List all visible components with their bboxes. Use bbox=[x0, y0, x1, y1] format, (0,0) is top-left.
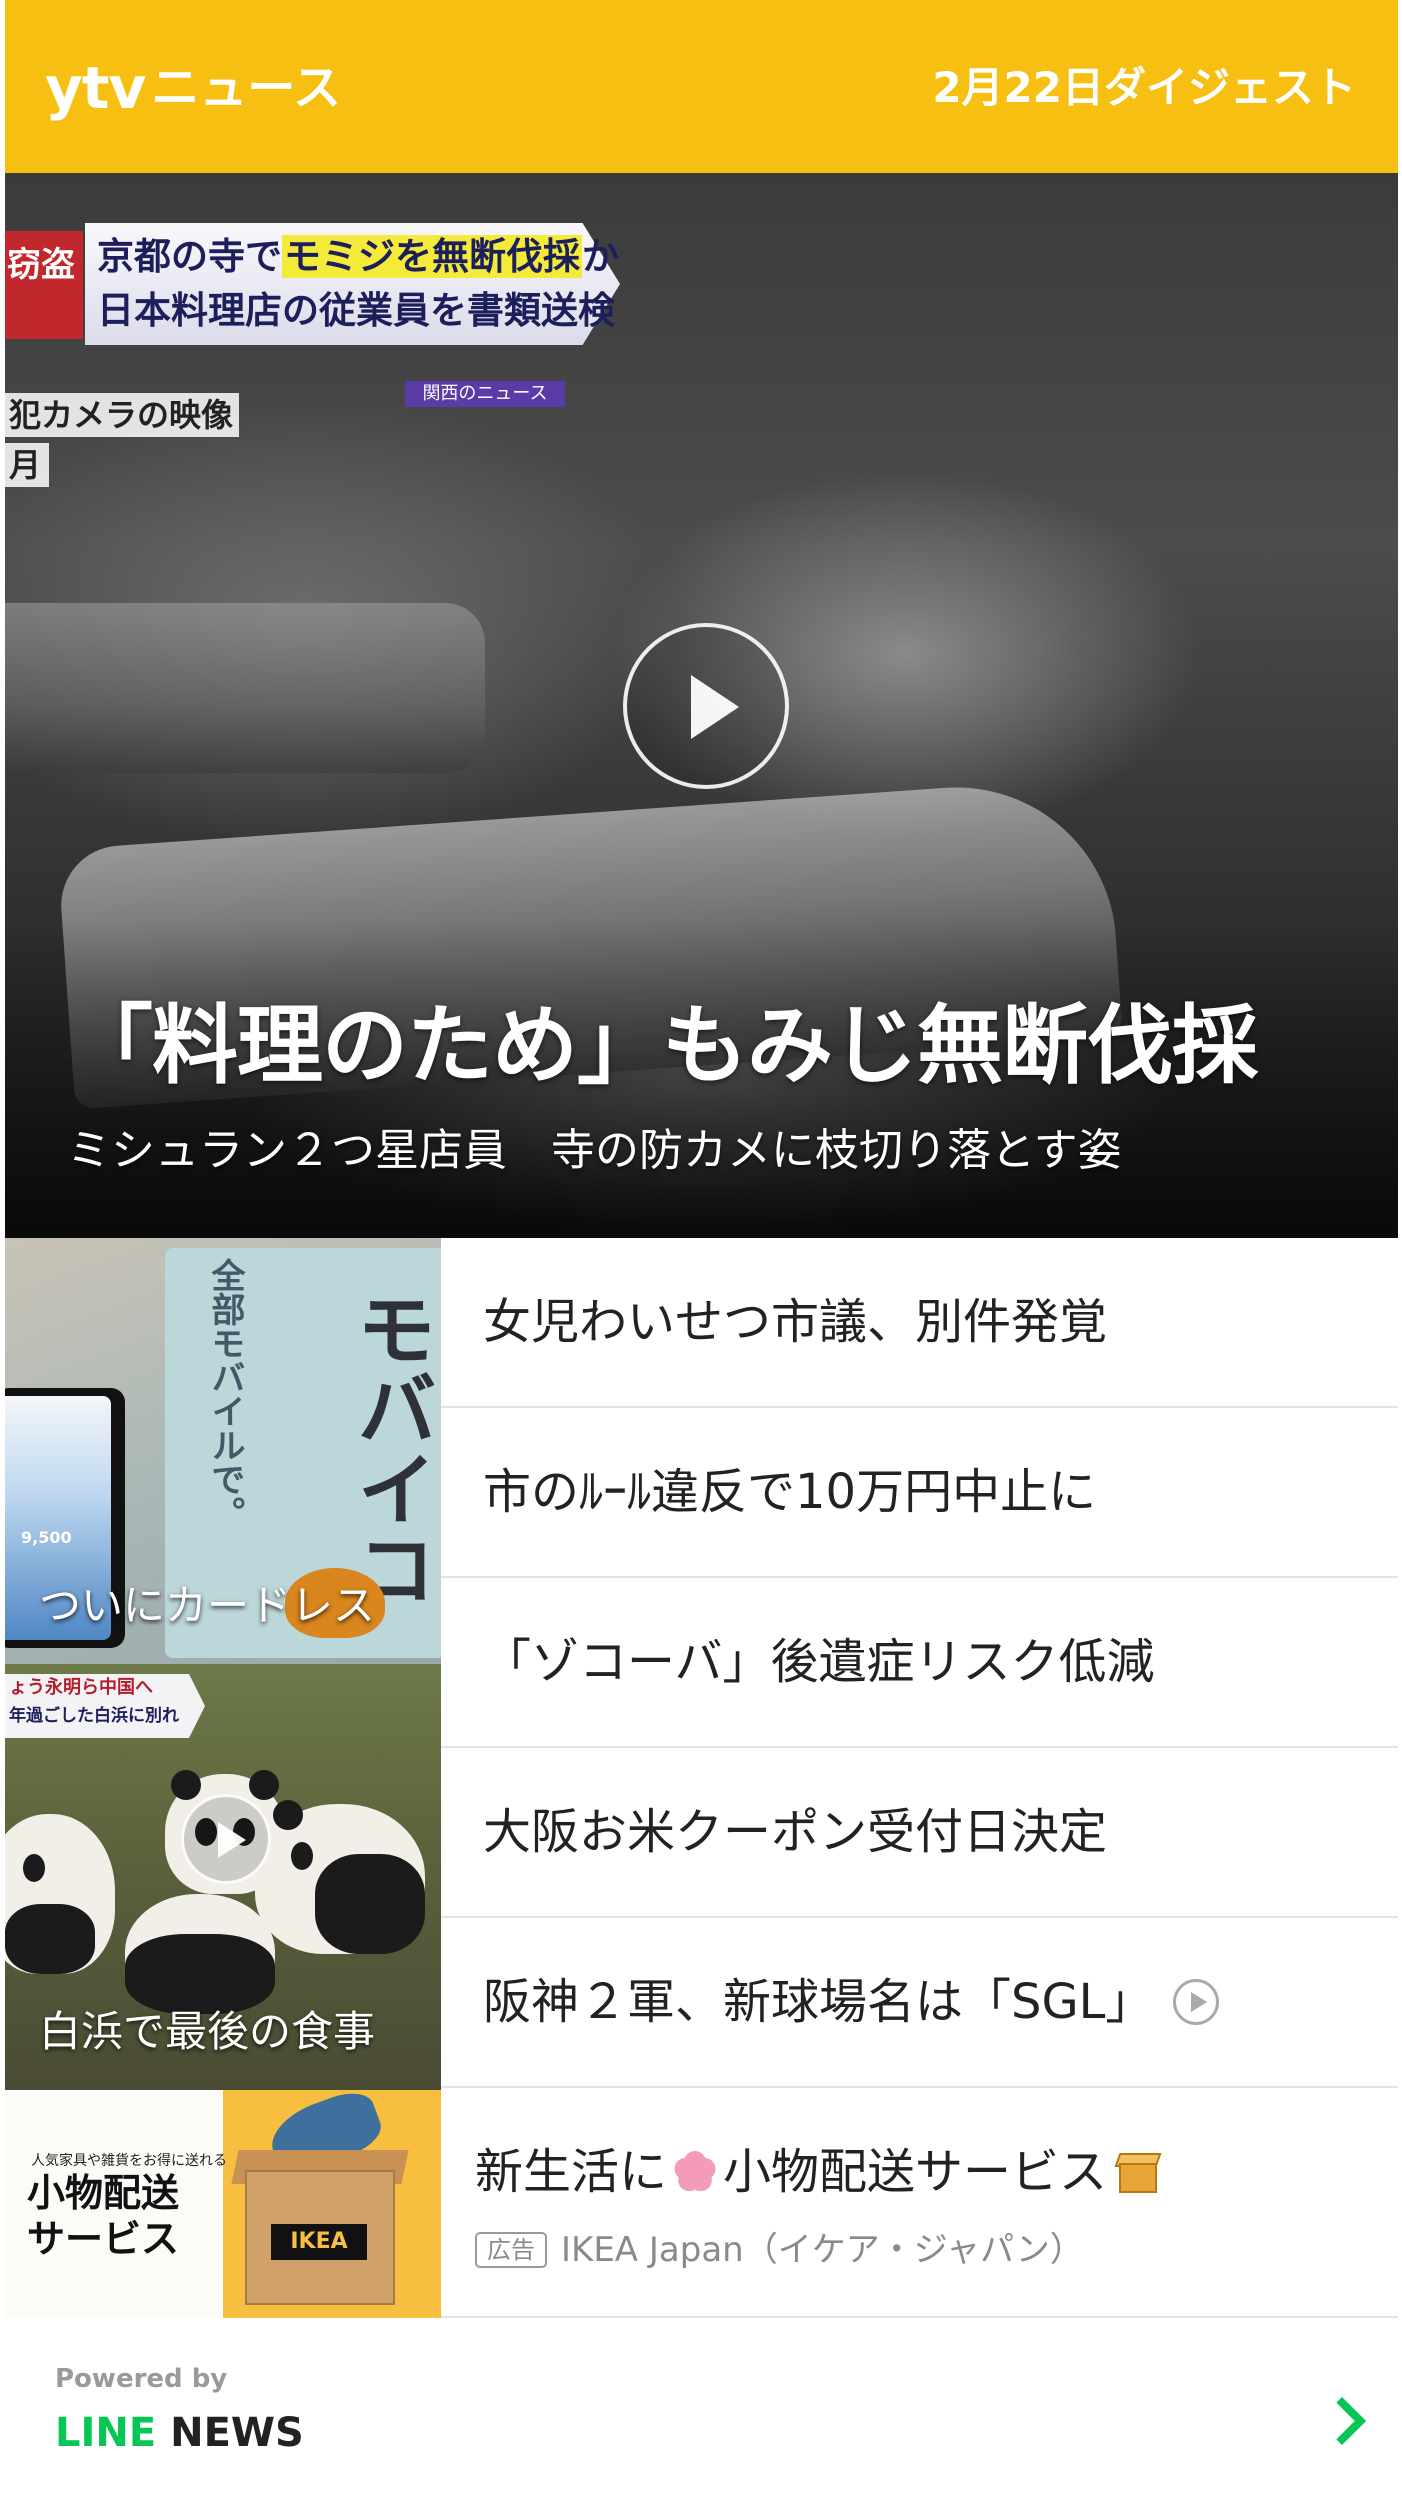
poster-big-text: モバイコ bbox=[344, 1288, 437, 1608]
poster-vertical-text: 全部モバイルで。 bbox=[205, 1258, 245, 1530]
ad-title-post: 小物配送サービス bbox=[723, 2144, 1108, 2200]
telop-line1: 京都の寺でモミジを無断伐採か bbox=[97, 231, 619, 283]
telop-caption-camera: 犯カメラの映像 bbox=[5, 393, 240, 437]
package-icon bbox=[1113, 2149, 1163, 2195]
chevron-right-icon[interactable] bbox=[1317, 2396, 1367, 2446]
hero-image-car-left bbox=[5, 603, 485, 773]
telop-caption-month: 月 bbox=[5, 443, 50, 487]
video-indicator-icon bbox=[1173, 1979, 1220, 2025]
thumbnail-column: 全部モバイルで。 モバイコ 9,500 ついにカードレス ょう永明ら中国へ 年過… bbox=[5, 1238, 441, 2090]
panda-telop-line1: ょう永明ら中国へ bbox=[9, 1677, 153, 1698]
ad-thumb-title2: サービス bbox=[27, 2217, 180, 2261]
ad-thumb-small-text: 人気家具や雑貨をお得に送れる bbox=[31, 2153, 227, 2169]
telop-line2: 日本料理店の従業員を書類送検 bbox=[97, 289, 615, 332]
brand-line: LINE bbox=[55, 2410, 157, 2456]
panda-image-4 bbox=[125, 1894, 275, 2014]
hero-title: 「料理のため」もみじ無断伐採 bbox=[67, 996, 1258, 1096]
ad-item[interactable]: 人気家具や雑貨をお得に送れる 小物配送 サービス IKEA 新生活に 小物配送サ… bbox=[5, 2090, 1398, 2318]
panda-image-3 bbox=[255, 1800, 425, 1954]
headline-text: 「ゾコーバ」後遺症リスク低減 bbox=[483, 1634, 1155, 1690]
digest-card: ytv ニュース 2月22日ダイジェスト 窃盗 京都の寺でモミジを無断伐採か 日… bbox=[5, 0, 1398, 2499]
panda-image-1 bbox=[5, 1814, 115, 1974]
thumbnail-panda[interactable]: ょう永明ら中国へ 年過ごした白浜に別れ 白浜で最後の食事 bbox=[5, 1664, 441, 2090]
cherry-blossom-icon bbox=[671, 2148, 719, 2196]
thumbnail-caption: 白浜で最後の食事 bbox=[39, 2007, 376, 2056]
ad-thumb-title1: 小物配送 bbox=[27, 2171, 180, 2215]
play-triangle bbox=[691, 675, 739, 739]
thumbnail-cardless[interactable]: 全部モバイルで。 モバイコ 9,500 ついにカードレス bbox=[5, 1238, 441, 1664]
ad-sponsor: IKEA Japan（イケア・ジャパン） bbox=[561, 2230, 1084, 2270]
headline-item[interactable]: 阪神２軍、新球場名は「SGL」 bbox=[441, 1918, 1398, 2088]
telop-line1-pre: 京都の寺で bbox=[97, 235, 282, 278]
footer[interactable]: Powered by LINE NEWS bbox=[5, 2320, 1398, 2499]
telop-line1-post: か bbox=[582, 235, 619, 278]
logo-ytv-text: ytv bbox=[45, 54, 146, 122]
header-bar: ytv ニュース 2月22日ダイジェスト bbox=[5, 0, 1398, 173]
telop-source: 関西のニュース bbox=[405, 381, 565, 407]
ad-thumbnail: 人気家具や雑貨をお得に送れる 小物配送 サービス IKEA bbox=[5, 2090, 441, 2318]
logo-news-text: ニュース bbox=[151, 60, 341, 116]
headline-list: 女児わいせつ市議、別件発覚 市のﾙｰﾙ違反で10万円中止に 「ゾコーバ」後遺症リ… bbox=[441, 1238, 1398, 2090]
ad-meta: 広告 IKEA Japan（イケア・ジャパン） bbox=[475, 2228, 1084, 2272]
headline-text: 阪神２軍、新球場名は「SGL」 bbox=[483, 1974, 1154, 2030]
telop-tag: 窃盗 bbox=[7, 245, 75, 285]
hero-news-item[interactable]: 窃盗 京都の寺でモミジを無断伐採か 日本料理店の従業員を書類送検 関西のニュース… bbox=[5, 173, 1398, 1238]
headline-text: 大阪お米クーポン受付日決定 bbox=[483, 1804, 1108, 1860]
play-video-icon[interactable] bbox=[623, 623, 789, 789]
headline-item[interactable]: 市のﾙｰﾙ違反で10万円中止に bbox=[441, 1408, 1398, 1578]
thumbnail-caption: ついにカードレス bbox=[39, 1581, 376, 1630]
phone-price: 9,500 bbox=[21, 1528, 72, 1547]
play-video-icon[interactable] bbox=[181, 1794, 271, 1884]
hero-subtitle: ミシュラン２つ星店員 寺の防カメに枝切り落とす姿 bbox=[67, 1125, 1122, 1176]
brand-news: NEWS bbox=[156, 2410, 304, 2456]
headline-item[interactable]: 女児わいせつ市議、別件発覚 bbox=[441, 1238, 1398, 1408]
ytv-news-logo[interactable]: ytv ニュース bbox=[45, 48, 341, 128]
ikea-logo: IKEA bbox=[271, 2224, 367, 2260]
headline-item[interactable]: 大阪お米クーポン受付日決定 bbox=[441, 1748, 1398, 1918]
line-news-logo: LINE NEWS bbox=[55, 2408, 304, 2458]
ad-title-pre: 新生活に bbox=[475, 2144, 668, 2200]
digest-date-label: 2月22日ダイジェスト bbox=[932, 63, 1356, 112]
headline-text: 市のﾙｰﾙ違反で10万円中止に bbox=[483, 1464, 1097, 1520]
panda-telop-line2: 年過ごした白浜に別れ bbox=[9, 1706, 179, 1726]
hero-telop: 窃盗 京都の寺でモミジを無断伐採か 日本料理店の従業員を書類送検 関西のニュース bbox=[5, 213, 630, 407]
headline-text: 女児わいせつ市議、別件発覚 bbox=[483, 1294, 1108, 1350]
telop-line1-highlight: モミジを無断伐採 bbox=[282, 235, 582, 278]
ad-badge: 広告 bbox=[475, 2232, 547, 2268]
headline-item[interactable]: 「ゾコーバ」後遺症リスク低減 bbox=[441, 1578, 1398, 1748]
ad-title: 新生活に 小物配送サービス bbox=[475, 2140, 1163, 2204]
powered-by-label: Powered by bbox=[55, 2364, 228, 2394]
play-triangle bbox=[218, 1822, 246, 1858]
